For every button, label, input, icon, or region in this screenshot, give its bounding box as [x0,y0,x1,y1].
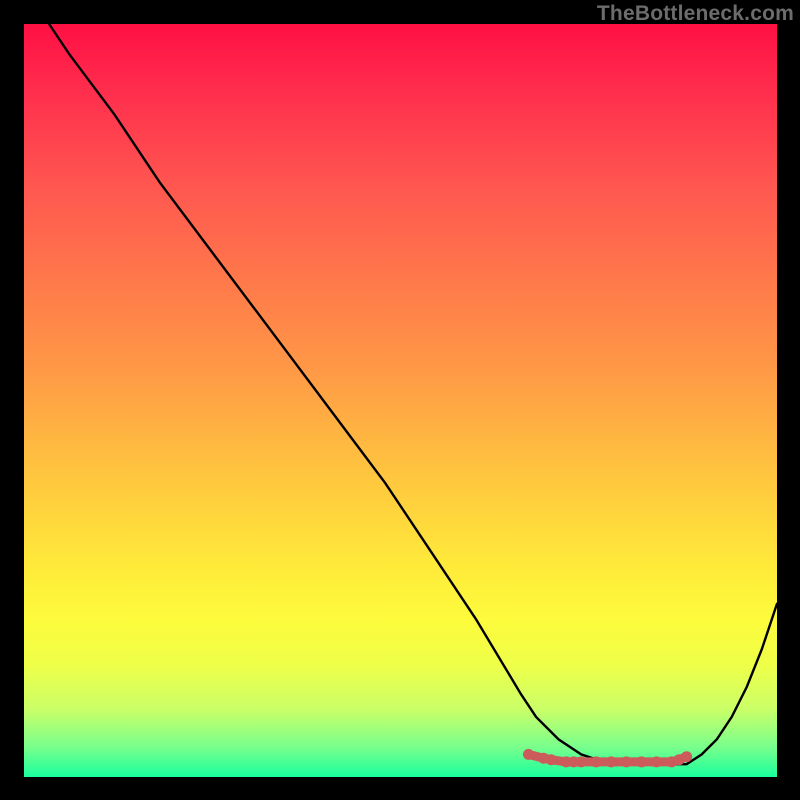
chart-frame: TheBottleneck.com [0,0,800,800]
optimal-marker-dot [636,756,647,767]
optimal-marker-dot [606,756,617,767]
bottleneck-curve [24,0,777,764]
optimal-marker-dot [621,756,632,767]
optimal-marker-dot [651,756,662,767]
optimal-band-markers [523,749,692,768]
watermark-text: TheBottleneck.com [597,2,794,26]
optimal-marker-dot [681,751,692,762]
chart-svg [24,24,777,777]
optimal-marker-dot [591,756,602,767]
optimal-marker-dot [523,749,534,760]
optimal-marker-dot [576,756,587,767]
optimal-marker-dot [546,754,557,765]
